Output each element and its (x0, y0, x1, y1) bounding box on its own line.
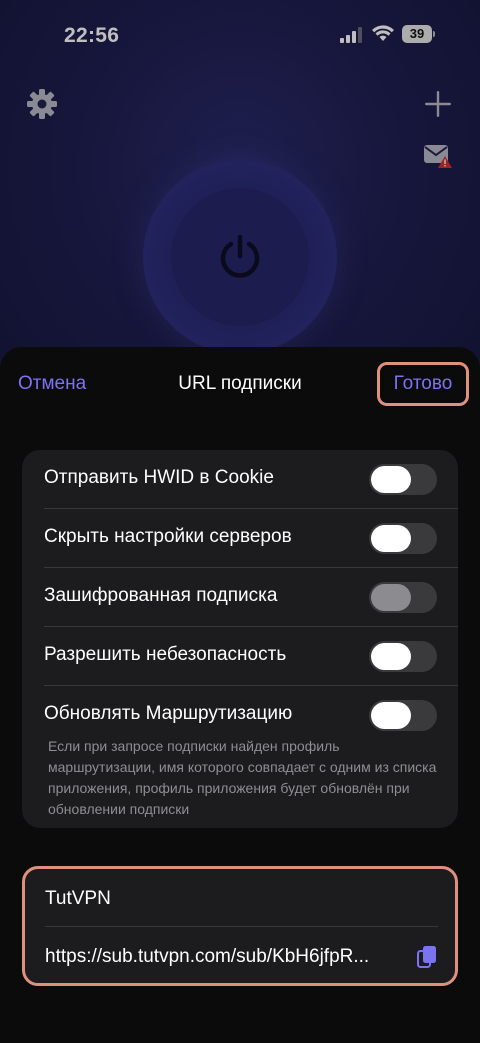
copy-icon[interactable] (416, 945, 438, 969)
encrypted-subscription-toggle[interactable] (369, 582, 437, 613)
option-send-hwid-cookie: Отправить HWID в Cookie (22, 450, 458, 509)
option-label: Обновлять Маршрутизацию (44, 703, 293, 724)
send-hwid-cookie-toggle[interactable] (369, 464, 437, 495)
option-label: Разрешить небезопасность (44, 644, 287, 665)
subscription-url-sheet: Отмена URL подписки Готово Отправить HWI… (0, 347, 480, 1043)
allow-insecure-toggle[interactable] (369, 641, 437, 672)
option-label: Скрыть настройки серверов (44, 526, 292, 547)
subscription-url-field[interactable]: https://sub.tutvpn.com/sub/KbH6jfpR... (45, 946, 405, 968)
toggle-knob (371, 702, 411, 729)
hide-server-settings-toggle[interactable] (369, 523, 437, 554)
toggle-knob (371, 584, 411, 611)
option-allow-insecure: Разрешить небезопасность (22, 627, 458, 686)
subscription-name-field[interactable]: TutVPN (45, 888, 111, 910)
option-hide-server-settings: Скрыть настройки серверов (22, 509, 458, 568)
option-label: Зашифрованная подписка (44, 585, 278, 606)
toggle-knob (371, 525, 411, 552)
option-encrypted-subscription: Зашифрованная подписка (22, 568, 458, 627)
update-routing-toggle[interactable] (369, 700, 437, 731)
row-divider (45, 926, 438, 927)
option-label: Отправить HWID в Cookie (44, 467, 274, 488)
routing-footnote: Если при запросе подписки найден профиль… (48, 738, 437, 817)
screen: 22:56 39 Отмена URL подписки Готово Отпр… (0, 0, 480, 1043)
toggle-knob (371, 466, 411, 493)
done-button[interactable]: Готово (377, 362, 469, 406)
toggle-knob (371, 643, 411, 670)
options-card: Отправить HWID в Cookie Скрыть настройки… (22, 450, 458, 828)
subscription-card: TutVPN https://sub.tutvpn.com/sub/KbH6jf… (22, 866, 458, 986)
